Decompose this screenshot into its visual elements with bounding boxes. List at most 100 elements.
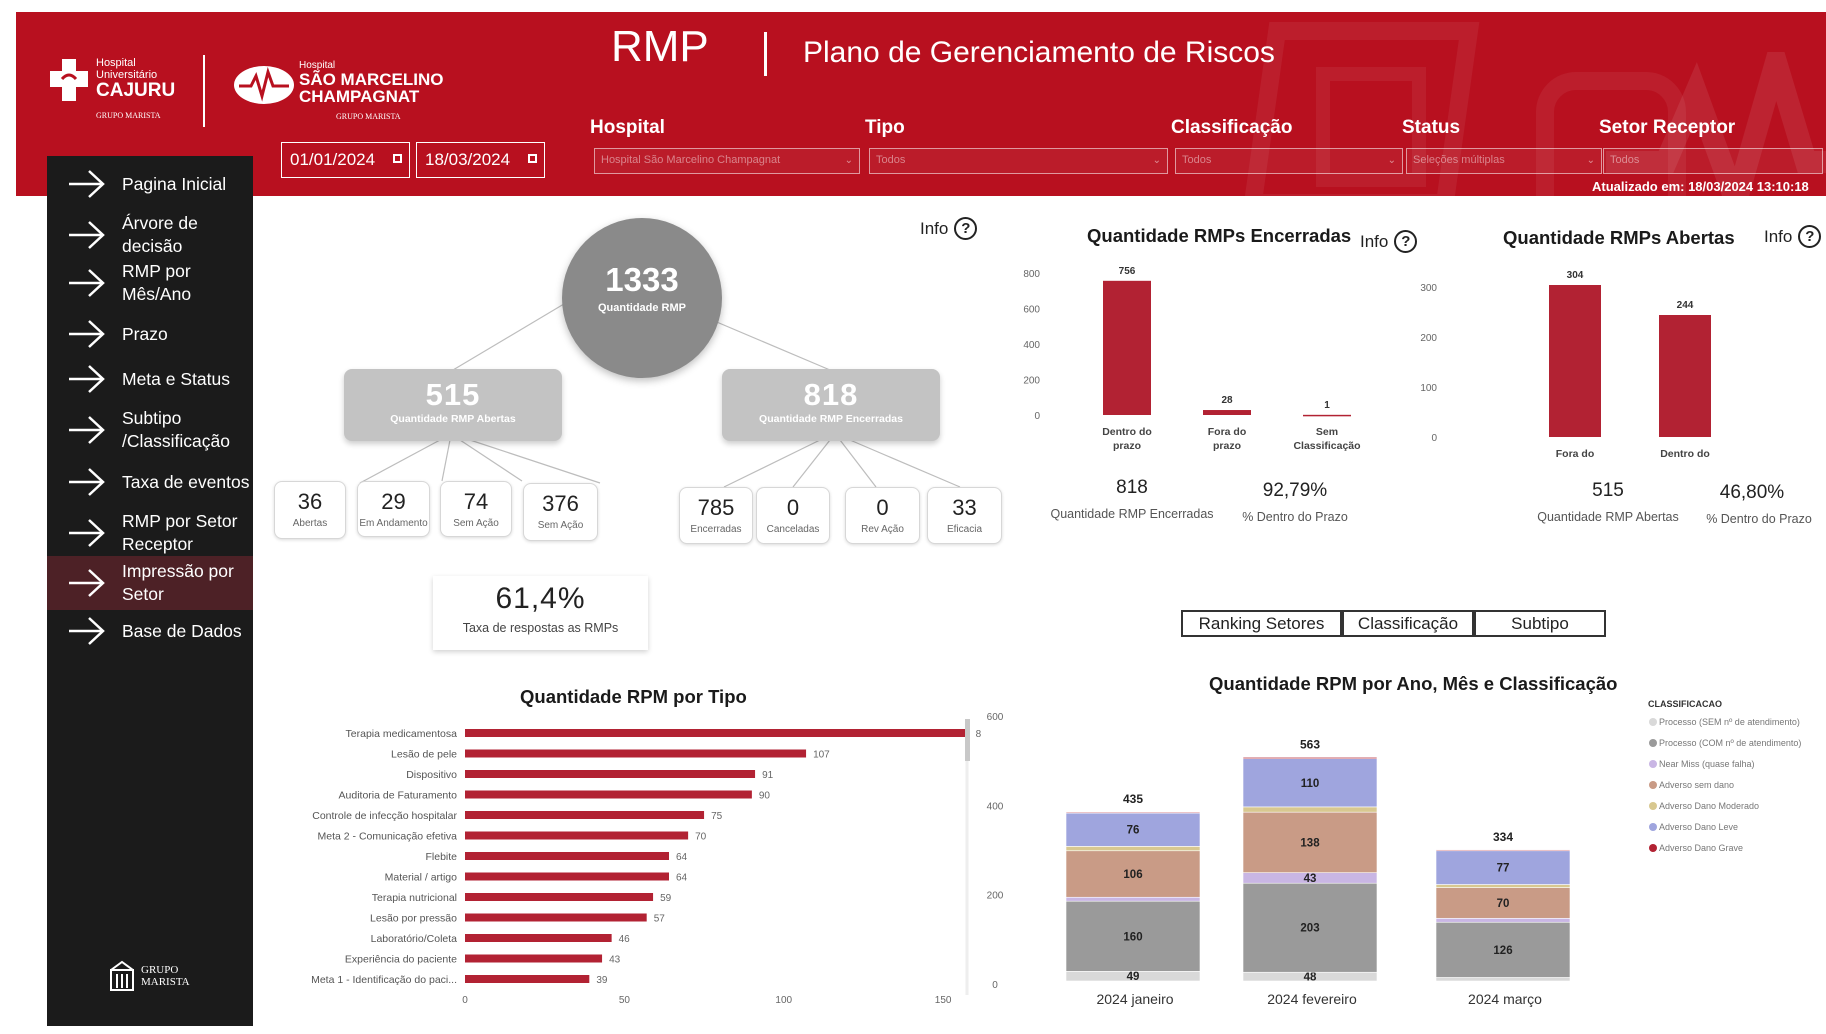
date-start-picker[interactable]: 01/01/2024 (281, 142, 410, 178)
sidebar-item-2[interactable]: RMP por Mês/Ano (47, 261, 253, 305)
legend-item[interactable]: Adverso Dano Grave (1659, 843, 1743, 853)
date-end-picker[interactable]: 18/03/2024 (416, 142, 545, 178)
tree-leaf-node[interactable]: 36 Abertas (274, 481, 346, 539)
tree-leaf-node[interactable]: 376 Sem Ação (523, 483, 598, 541)
sidebar-item-label: Subtipo/Classificação (122, 407, 230, 453)
filter-hospital-select[interactable]: Hospital São Marcelino Champagnat ⌄ (594, 148, 860, 174)
tab-ranking-setores[interactable]: Ranking Setores (1181, 610, 1342, 637)
bar-value-label: 57 (654, 914, 666, 925)
tree-node-abertas[interactable]: 515 Quantidade RMP Abertas (344, 369, 562, 441)
sidebar-item-9[interactable]: Base de Dados (47, 613, 253, 649)
stacked-bar-segment[interactable] (1242, 757, 1378, 759)
tree-leaf-node[interactable]: 33 Eficacia (927, 487, 1002, 544)
sidebar-item-label-line2: Mês/Ano (122, 284, 192, 304)
tree-leaf-value: 0 (786, 495, 800, 520)
abertas-kpi1-label: Quantidade RMP Abertas (1537, 510, 1679, 524)
sidebar-item-3[interactable]: Prazo (47, 316, 253, 352)
tree-leaf-node[interactable]: 0 Rev Ação (845, 487, 920, 544)
tree-leaf-node[interactable]: 0 Canceladas (756, 487, 830, 544)
bar[interactable] (465, 852, 669, 860)
logo1-line1: Hospital (96, 57, 136, 69)
bar[interactable] (1303, 414, 1351, 417)
bar[interactable] (465, 872, 669, 881)
logo2-line3: CHAMPAGNAT (299, 87, 420, 106)
tree-leaf-node[interactable]: 29 Em Andamento (357, 481, 430, 537)
sidebar: Pagina Inicial Árvore de decisão RMP por Mês… (47, 156, 253, 1026)
bar[interactable] (465, 913, 647, 922)
legend-marker (1649, 802, 1657, 810)
category-label: Terapia medicamentosa (346, 728, 458, 740)
sidebar-item-5[interactable]: Subtipo/Classificação (47, 408, 253, 452)
response-rate-label: Taxa de respostas as RMPs (462, 621, 619, 635)
tree-leaf-node[interactable]: 74 Sem Ação (440, 481, 512, 537)
legend-item[interactable]: Adverso Dano Leve (1659, 822, 1738, 832)
segment-value-label: 76 (1127, 825, 1140, 837)
bar[interactable] (465, 934, 612, 942)
stacked-bar-segment[interactable] (1435, 884, 1571, 888)
tree-root-node[interactable]: 1333 Quantidade RMP (562, 218, 722, 378)
stacked-bar-segment[interactable] (1435, 917, 1571, 923)
secondary-axis-tick-label: 200 (987, 891, 1004, 902)
filter-hospital-label: Hospital (590, 117, 665, 138)
tree-leaf-node[interactable]: 785 Encerradas (679, 487, 753, 544)
legend-item[interactable]: Adverso sem dano (1659, 780, 1734, 790)
tab-classificacao[interactable]: Classificação (1342, 610, 1474, 637)
response-rate-card: 61,4% Taxa de respostas as RMPs (433, 576, 648, 650)
stacked-bar-segment[interactable] (1065, 896, 1201, 902)
bar[interactable] (1103, 280, 1151, 415)
arrow-right-icon (69, 416, 105, 444)
sidebar-item-6[interactable]: Taxa de eventos (47, 464, 253, 500)
stacked-bar-segment[interactable] (1242, 806, 1378, 813)
bar[interactable] (465, 893, 654, 901)
stacked-bar-segment[interactable] (1435, 977, 1571, 982)
stacked-bar-segment[interactable] (1065, 846, 1201, 852)
bar-value-label: 39 (596, 975, 608, 986)
category-label: prazo (1213, 440, 1241, 452)
scrollbar-thumb[interactable] (965, 719, 970, 761)
bar[interactable] (1549, 285, 1601, 437)
segment-value-label: 106 (1123, 869, 1142, 881)
legend-item[interactable]: Adverso Dano Moderado (1659, 801, 1759, 811)
tab-subtipo[interactable]: Subtipo (1474, 610, 1606, 637)
filter-setor-select[interactable]: Todos (1603, 148, 1823, 174)
tree-leaf-label: Canceladas (766, 524, 820, 535)
x-tick-label: 50 (619, 995, 631, 1006)
tree-encerradas-value: 818 (803, 377, 859, 412)
bar[interactable] (1659, 315, 1711, 437)
abertas-info-label: Info (1764, 226, 1793, 246)
filter-classificacao-select[interactable]: Todos ⌄ (1175, 148, 1403, 174)
bar[interactable] (465, 790, 752, 799)
sidebar-item-7[interactable]: RMP por Setor Receptor (47, 511, 253, 555)
category-label: Dispositivo (406, 769, 457, 781)
sidebar-item-8[interactable]: Impressão por Setor (47, 556, 253, 610)
sidebar-item-4[interactable]: Meta e Status (47, 361, 253, 397)
sidebar-item-1[interactable]: Árvore de decisão (47, 213, 253, 257)
legend-item[interactable]: Processo (SEM nº de atendimento) (1659, 717, 1800, 727)
legend-item[interactable]: Near Miss (quase falha) (1659, 759, 1755, 769)
bar[interactable] (465, 975, 590, 983)
stacked-bar-segment[interactable] (1435, 849, 1571, 852)
bar[interactable] (465, 749, 807, 758)
filter-tipo-select[interactable]: Todos ⌄ (869, 148, 1168, 174)
bar-value-label: 1 (1324, 400, 1330, 411)
abertas-info[interactable]: Info? (1764, 225, 1822, 248)
bar[interactable] (465, 729, 969, 737)
bar[interactable] (465, 954, 603, 963)
bar[interactable] (465, 770, 756, 778)
y-tick-label: 200 (1023, 376, 1040, 387)
tree-leaf-label: Abertas (292, 518, 328, 529)
bar[interactable] (1203, 410, 1251, 415)
bar[interactable] (465, 831, 689, 840)
category-label: 2024 fevereiro (1267, 991, 1357, 1007)
bar[interactable] (465, 811, 705, 819)
legend-item[interactable]: Processo (COM nº de atendimento) (1659, 738, 1801, 748)
stacked-bar-segment[interactable] (1065, 811, 1201, 814)
filter-status-select[interactable]: Seleções múltiplas ⌄ (1406, 148, 1602, 174)
filter-setor-label: Setor Receptor (1599, 117, 1736, 138)
category-label: Meta 2 - Comunicação efetiva (318, 831, 458, 843)
logo-sao-marcelino: Hospital SÃO MARCELINO CHAMPAGNAT GRUPO … (233, 58, 463, 128)
sidebar-item-0[interactable]: Pagina Inicial (47, 168, 253, 200)
tree-node-encerradas[interactable]: 818 Quantidade RMP Encerradas (722, 369, 940, 441)
chevron-down-icon: ⌄ (1387, 155, 1396, 166)
page-subtitle: Plano de Gerenciamento de Riscos (803, 36, 1275, 69)
